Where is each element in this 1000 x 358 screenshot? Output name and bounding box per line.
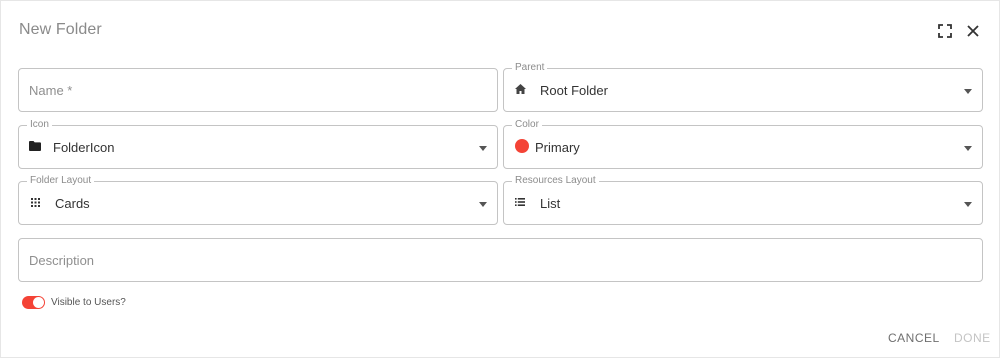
parent-select[interactable]: Parent Root Folder	[503, 62, 983, 112]
close-icon[interactable]	[963, 21, 983, 41]
description-placeholder: Description	[29, 253, 95, 268]
description-field[interactable]: Description	[18, 238, 983, 282]
visible-to-users-label: Visible to Users?	[51, 297, 126, 308]
resources-layout-select[interactable]: Resources Layout List	[503, 175, 983, 225]
list-icon	[512, 194, 528, 210]
folder-layout-value: Cards	[55, 196, 90, 211]
folder-icon	[27, 138, 43, 154]
folder-layout-select[interactable]: Folder Layout Cards	[18, 175, 498, 225]
home-icon	[512, 81, 528, 97]
color-label: Color	[512, 119, 542, 131]
visible-to-users-row: Visible to Users?	[22, 296, 126, 309]
parent-value: Root Folder	[540, 83, 608, 98]
color-value: Primary	[535, 140, 580, 155]
cancel-button[interactable]: CANCEL	[888, 331, 940, 345]
chevron-down-icon	[964, 146, 972, 151]
chevron-down-icon	[479, 202, 487, 207]
resources-layout-value: List	[540, 196, 561, 211]
grid-icon	[27, 194, 43, 210]
icon-label: Icon	[27, 119, 52, 131]
chevron-down-icon	[479, 146, 487, 151]
icon-select[interactable]: Icon FolderIcon	[18, 119, 498, 169]
done-button[interactable]: DONE	[954, 331, 991, 345]
toggle-knob	[33, 297, 44, 308]
color-select[interactable]: Color Primary	[503, 119, 983, 169]
dialog-title: New Folder	[19, 21, 102, 38]
resources-layout-label: Resources Layout	[512, 175, 599, 187]
parent-label: Parent	[512, 62, 548, 74]
icon-value: FolderIcon	[53, 140, 115, 155]
name-placeholder: Name *	[29, 83, 73, 98]
chevron-down-icon	[964, 202, 972, 207]
visible-to-users-toggle[interactable]	[22, 296, 45, 309]
name-field[interactable]: Name *	[18, 68, 498, 112]
new-folder-dialog: New Folder Name * Parent Root Folder Ico…	[0, 0, 1000, 358]
chevron-down-icon	[964, 89, 972, 94]
folder-layout-label: Folder Layout	[27, 175, 95, 187]
fullscreen-icon[interactable]	[935, 21, 955, 41]
color-swatch	[514, 138, 530, 154]
